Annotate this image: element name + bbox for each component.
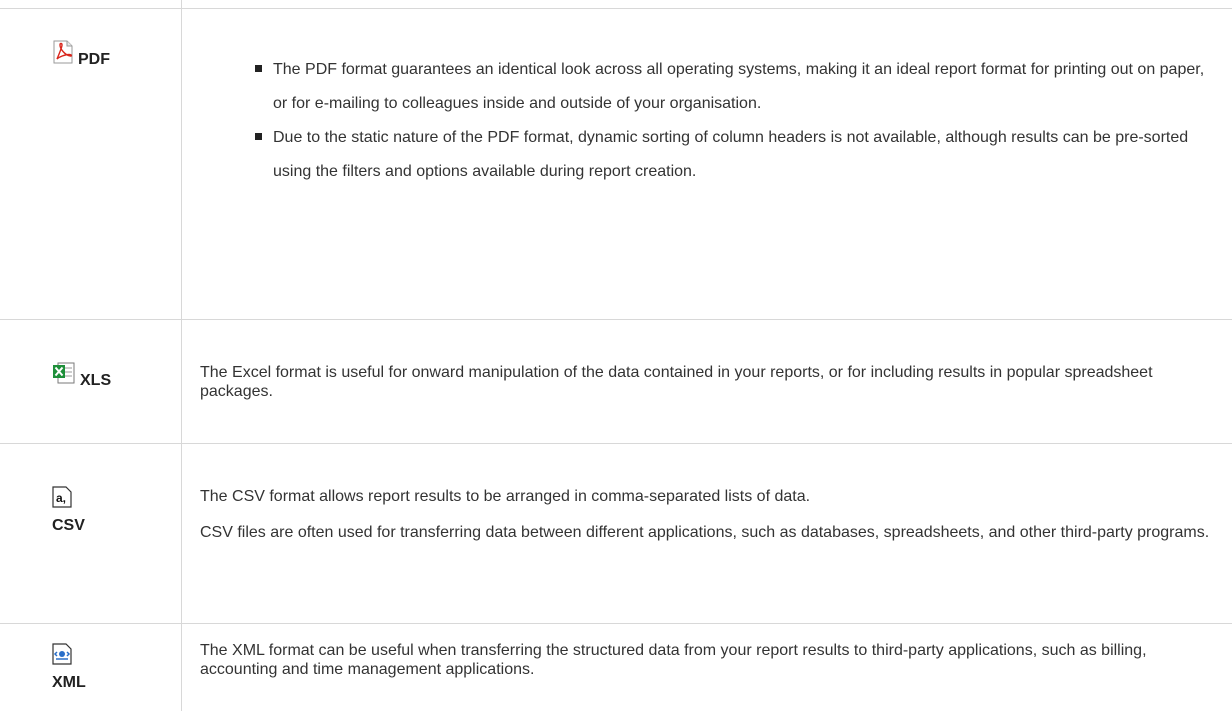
format-name: CSV (52, 517, 85, 534)
description-text: The CSV format allows report results to … (200, 488, 811, 505)
column-divider (181, 0, 182, 711)
excel-icon (52, 361, 76, 390)
xls-format-label-cell: XLS (52, 361, 111, 390)
xls-description: The Excel format is useful for onward ma… (200, 363, 1210, 401)
row-divider (0, 623, 1232, 624)
description-text: The XML format can be useful when transf… (200, 642, 1147, 678)
csv-icon: a, (52, 486, 72, 513)
format-name: XML (52, 674, 86, 691)
xml-icon (52, 643, 72, 670)
pdf-description-list: The PDF format guarantees an identical l… (255, 53, 1220, 189)
row-divider (0, 8, 1232, 9)
row-divider (0, 319, 1232, 320)
format-table: PDF The PDF format guarantees an identic… (0, 0, 1232, 711)
bullet (255, 133, 262, 140)
bullet (255, 65, 262, 72)
format-name: XLS (80, 372, 112, 389)
description-text: The Excel format is useful for onward ma… (200, 364, 1153, 400)
format-name: PDF (78, 51, 110, 68)
pdf-icon (52, 40, 74, 69)
description-text: CSV files are often used for transferrin… (200, 524, 1210, 541)
csv-icon-glyph: a, (56, 491, 66, 505)
pdf-format-label-cell: PDF (52, 40, 110, 69)
list-item: The PDF format guarantees an identical l… (255, 53, 1220, 121)
xml-description: The XML format can be useful when transf… (200, 641, 1210, 679)
row-divider (0, 443, 1232, 444)
csv-description: The CSV format allows report results to … (200, 487, 1210, 542)
xml-format-label-cell: XML (52, 643, 86, 692)
list-item-text: Due to the static nature of the PDF form… (273, 129, 1189, 180)
csv-format-label-cell: a, CSV (52, 486, 85, 535)
list-item-text: The PDF format guarantees an identical l… (273, 61, 1205, 112)
list-item: Due to the static nature of the PDF form… (255, 121, 1220, 189)
